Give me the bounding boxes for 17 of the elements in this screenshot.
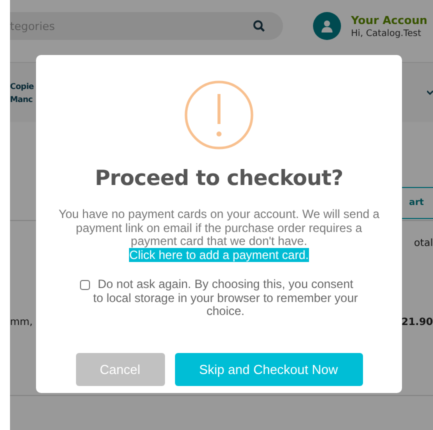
chevron-down-icon[interactable] [427,88,433,96]
search-icon [253,20,265,32]
warning-icon [184,80,254,150]
price-text: 21.90 [401,317,433,328]
checkout-button[interactable]: Skip and Checkout Now [174,352,362,386]
dialog-title: Proceed to checkout? [94,166,344,190]
total-label: otal [414,238,433,248]
consent-text: Do not ask again. By choosing this, you consent to local storage in your browser to remember your choice. [93,278,358,318]
greeting-text: Hi, Catalog.Test [351,28,422,38]
avatar-icon[interactable] [313,12,341,40]
product-name[interactable]: Copie Manc [10,80,34,106]
add-payment-card-link[interactable]: Click here to add a payment card. [129,248,309,262]
product-detail: mm, [10,317,33,328]
do-not-ask-checkbox[interactable] [80,280,90,290]
cancel-button[interactable]: Cancel [76,352,164,386]
dialog-message: You have no payment cards on your account. We will send a payment link on email if the purchase order requires a payment card that we don't have. Click here to add a payment card. [58,208,380,262]
account-link[interactable]: Your Accoun [351,14,428,26]
